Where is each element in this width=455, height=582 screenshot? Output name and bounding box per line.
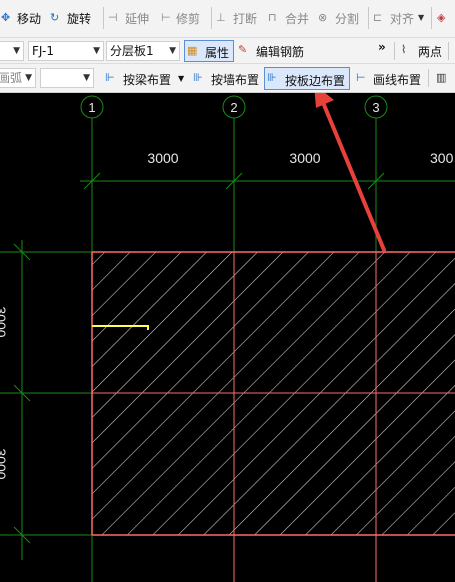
dimension-text-1: 3000 [147,150,178,166]
wall-layout-icon: ⊪ [193,71,203,84]
break-button[interactable]: 打断 [233,10,257,27]
chevron-down-icon: ▼ [169,46,176,56]
wall-layout-button[interactable]: 按墙布置 [211,71,259,88]
move-icon: ✥ [1,11,11,24]
axis-label-3: 3 [372,100,379,115]
beam-layout-icon: ⊩ [105,71,115,84]
chevron-down-icon: ▼ [83,73,90,83]
layer-value: 分层板1 [110,44,154,58]
move-button[interactable]: 移动 [17,10,41,27]
rotate-button[interactable]: 旋转 [67,10,91,27]
separator [448,42,449,60]
arc-mode-select[interactable]: 画弧 ▼ [0,68,36,88]
line-layout-icon: ⊢ [356,71,366,84]
chevron-down-icon: ▼ [13,46,20,56]
separator [103,7,104,29]
separator [431,7,432,29]
toolbar-row-3: 画弧 ▼ ▼ ⊩ 按梁布置 ▼ ⊪ 按墙布置 ⊪ 按板边布置 ⊢ 画线布置 ▥ [0,64,455,93]
axis-label-2: 2 [230,100,237,115]
properties-label: 属性 [205,46,230,60]
layout-icon[interactable]: ▥ [436,71,446,85]
toolbar-row-1: ✥ 移动 ↻ 旋转 ⊣ 延伸 ⊢ 修剪 ⊥ 打断 ⊓ 合并 ⊗ 分割 ⊏ 对齐 … [0,0,455,38]
rotate-icon: ↻ [50,11,60,24]
toolbar-row-2: ▼ FJ-1 ▼ 分层板1 ▼ ▦ 属性 ✎ 编辑钢筋 » ⌇ 两点 [0,38,455,64]
trim-button[interactable]: 修剪 [176,10,200,27]
extend-button[interactable]: 延伸 [125,10,149,27]
extend-icon: ⊣ [108,11,118,24]
separator [428,69,429,87]
dimension-text-2: 3000 [289,150,320,166]
split-icon: ⊗ [318,11,328,24]
merge-button[interactable]: 合并 [285,10,309,27]
properties-icon: ▦ [187,44,198,57]
separator [394,42,395,60]
delete-icon[interactable]: ◈ [437,11,445,25]
drawing-canvas[interactable]: 1 2 3 3000 3000 300 3000 3000 [0,93,455,582]
separator [211,7,212,29]
break-icon: ⊥ [216,11,226,24]
line-layout-button[interactable]: 画线布置 [373,71,421,88]
component-select[interactable]: FJ-1 ▼ [28,41,104,61]
axis-label-1: 1 [88,100,95,115]
slab-edge-icon: ⊪ [267,71,277,84]
chevron-down-icon: ▼ [25,73,32,83]
edit-rebar-icon: ✎ [238,43,248,56]
category-select[interactable]: ▼ [0,41,24,61]
dimension-text-3: 300 [430,150,454,166]
left-dimension-text-1: 3000 [0,306,9,337]
merge-icon: ⊓ [268,11,277,24]
chevron-down-icon: ▼ [93,46,100,56]
align-icon: ⊏ [373,11,383,24]
edit-rebar-button[interactable]: 编辑钢筋 [256,43,304,60]
layer-select[interactable]: 分层板1 ▼ [106,41,180,61]
slab-edge-layout-button[interactable]: ⊪ 按板边布置 [264,67,350,90]
more-chevron-icon[interactable]: » [378,40,386,54]
split-button[interactable]: 分割 [335,10,359,27]
component-value: FJ-1 [32,44,54,58]
trim-icon: ⊢ [161,11,171,24]
separator [368,7,369,29]
properties-button[interactable]: ▦ 属性 [184,40,234,62]
two-point-button[interactable]: 两点 [418,43,442,60]
slab-edge-layout-label: 按板边布置 [285,74,346,88]
left-dimension-text-2: 3000 [0,448,9,479]
two-point-icon: ⌇ [401,43,407,56]
align-button[interactable]: 对齐 [390,10,414,27]
arc-mode-value: 画弧 [0,71,23,85]
beam-layout-dropdown-arrow[interactable]: ▼ [178,74,184,83]
beam-layout-button[interactable]: 按梁布置 [123,71,171,88]
align-dropdown-arrow[interactable]: ▼ [418,13,424,22]
parameter-select[interactable]: ▼ [40,68,94,88]
